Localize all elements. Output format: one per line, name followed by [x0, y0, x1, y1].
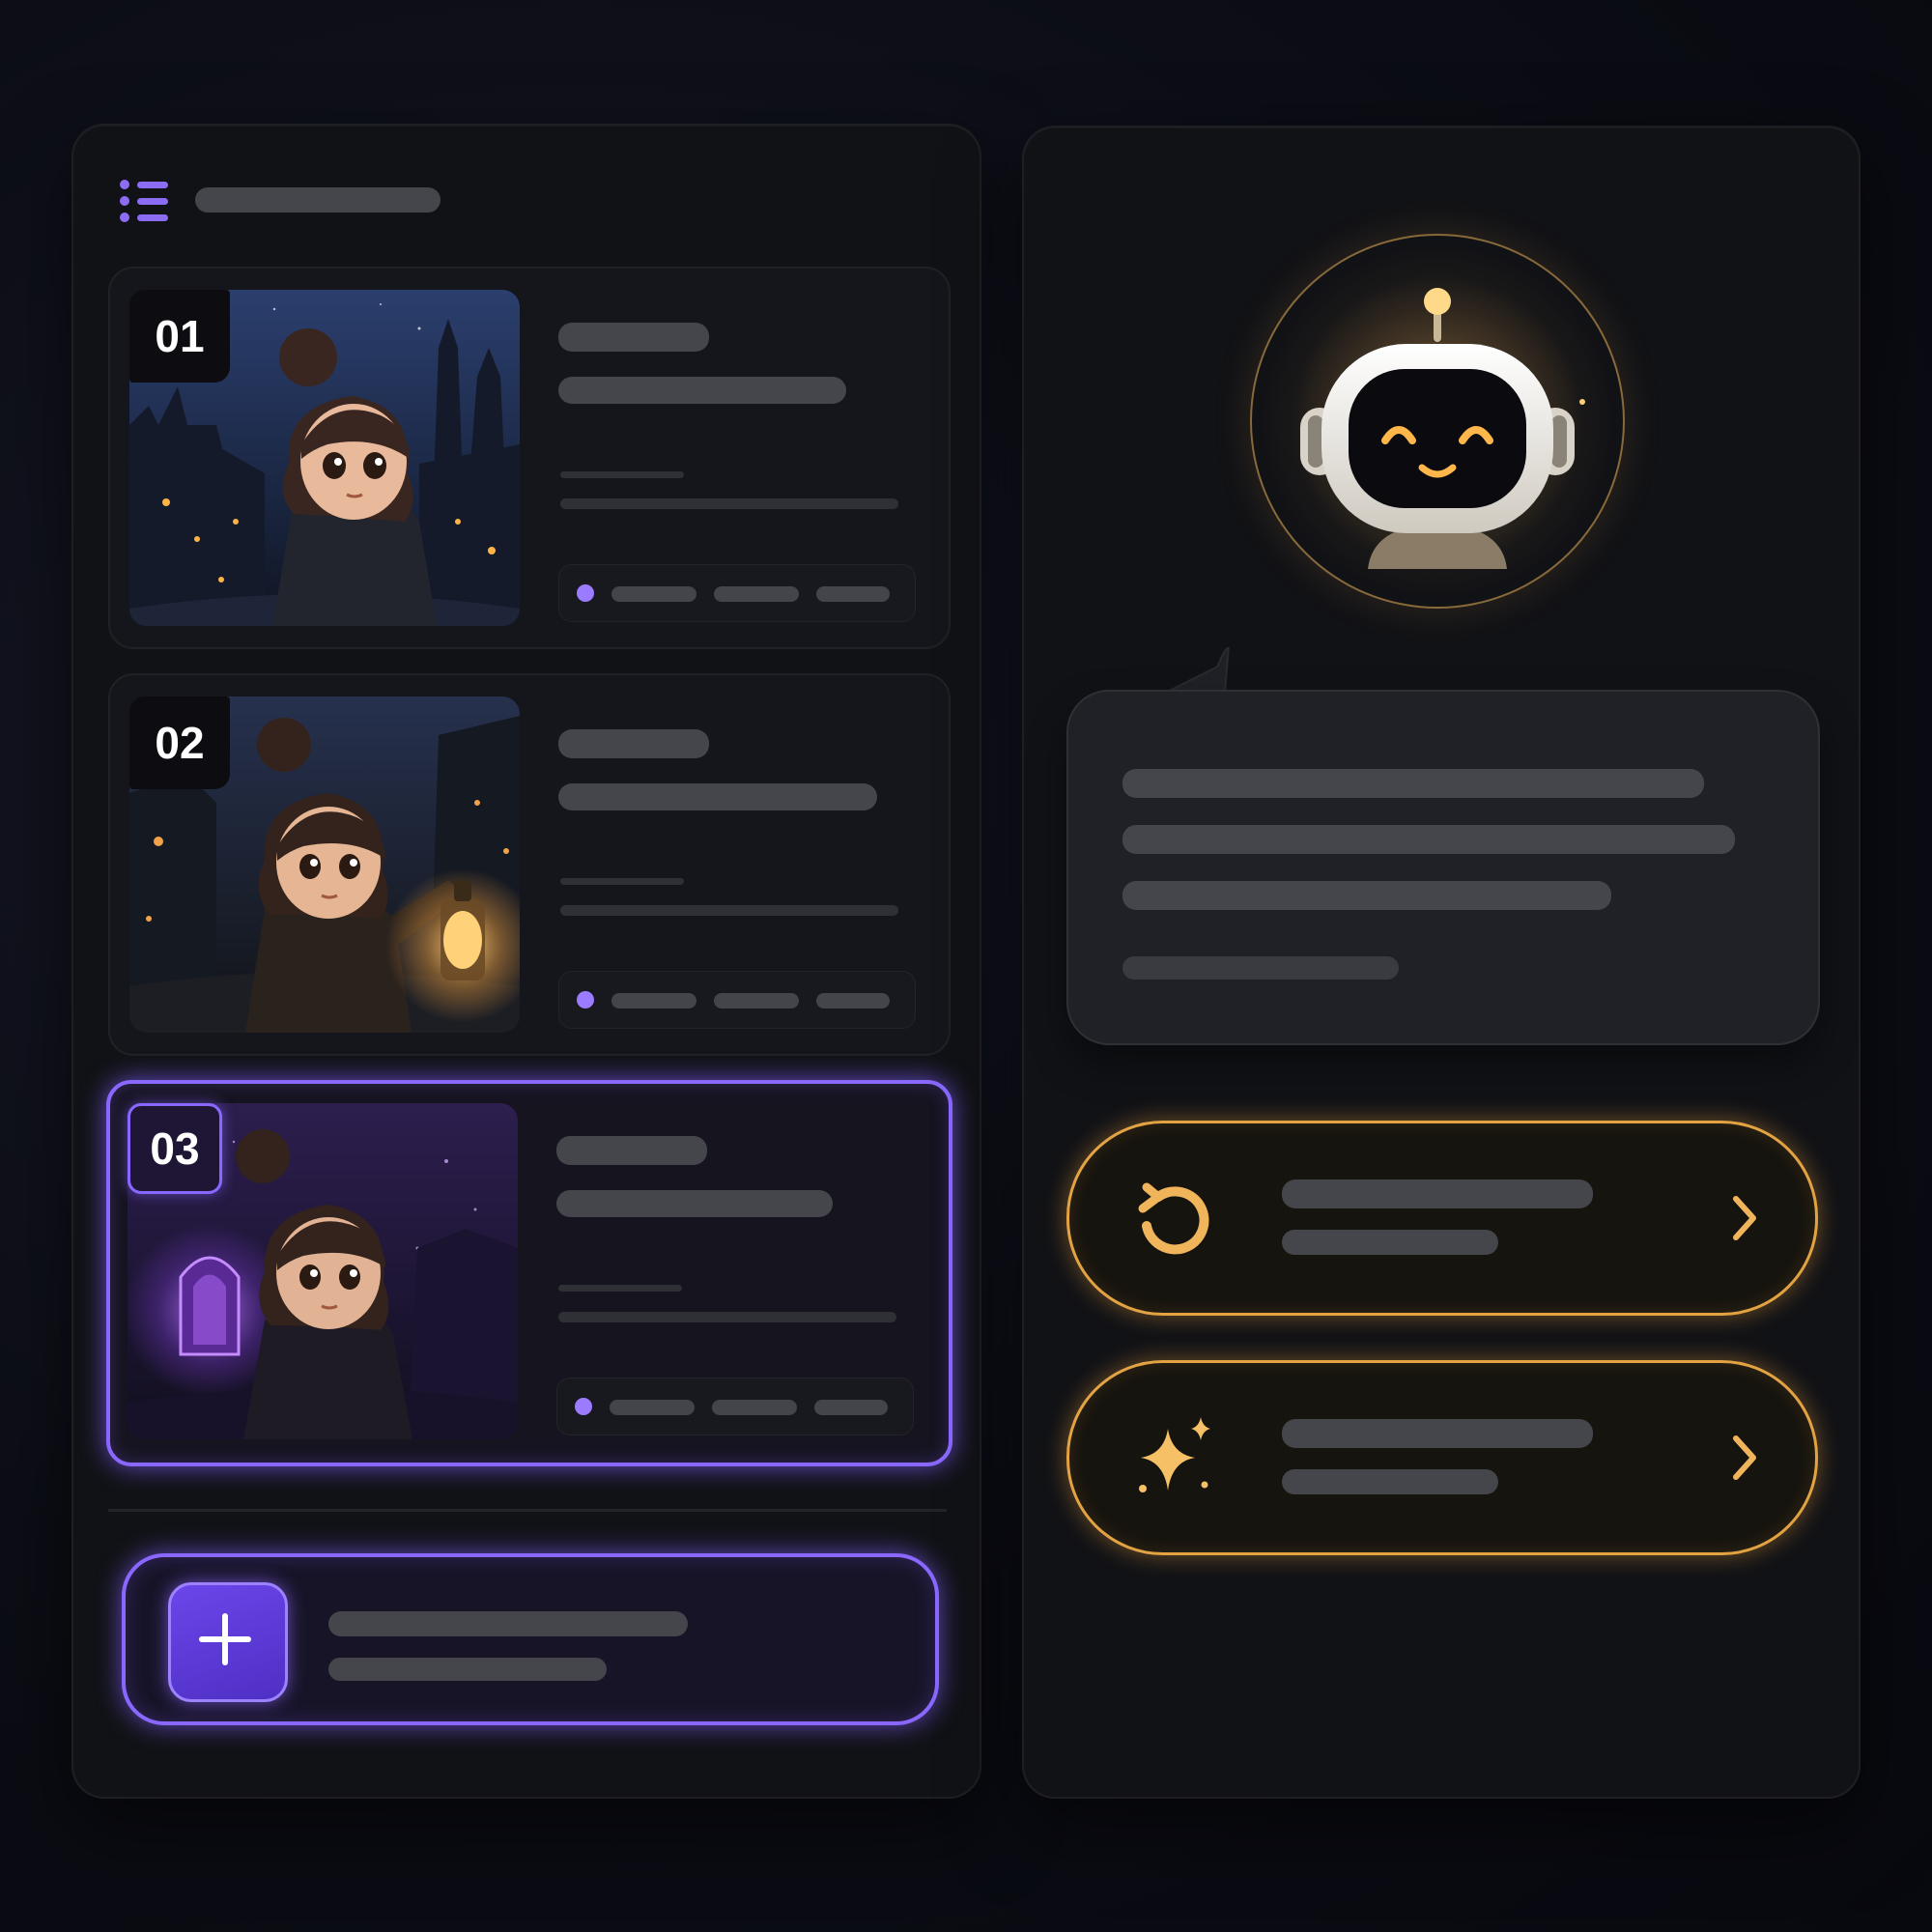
- story-tags-row: [556, 1378, 914, 1435]
- action-sublabel-placeholder: [1282, 1230, 1498, 1255]
- message-line: [1122, 956, 1399, 980]
- story-subtitle-placeholder: [556, 1190, 833, 1217]
- chevron-right-icon: [1733, 1196, 1756, 1240]
- story-list-panel: 01 02 03: [71, 124, 981, 1799]
- assistant-panel: [1022, 126, 1861, 1799]
- progress-label-placeholder: [560, 878, 684, 885]
- message-line: [1122, 881, 1611, 910]
- message-line: [1122, 769, 1704, 798]
- create-label-placeholder: [328, 1611, 688, 1636]
- action-label-placeholder: [1282, 1419, 1593, 1448]
- story-card-01[interactable]: 01: [108, 267, 951, 649]
- create-story-button[interactable]: [122, 1553, 939, 1725]
- sparkle-icon: [1139, 1417, 1210, 1492]
- story-card-03[interactable]: 03: [106, 1080, 952, 1466]
- refresh-icon: [1138, 1182, 1209, 1255]
- story-tags-row: [558, 564, 916, 622]
- plus-icon[interactable]: [168, 1582, 288, 1702]
- story-subtitle-placeholder: [558, 377, 846, 404]
- progress-label-placeholder: [558, 1285, 682, 1292]
- action-sublabel-placeholder: [1282, 1469, 1498, 1494]
- chevron-right-icon: [1733, 1435, 1756, 1480]
- robot-avatar: [1250, 234, 1625, 609]
- assistant-message-bubble: [1066, 690, 1820, 1045]
- story-title-placeholder: [558, 323, 709, 352]
- create-sublabel-placeholder: [328, 1658, 607, 1681]
- story-number-badge: 03: [128, 1103, 222, 1194]
- speech-bubble-tail: [1159, 647, 1231, 696]
- story-title-placeholder: [556, 1136, 707, 1165]
- story-subtitle-placeholder: [558, 783, 877, 810]
- progress-label-placeholder: [560, 471, 684, 478]
- list-icon[interactable]: [120, 178, 170, 222]
- regenerate-action-button[interactable]: [1066, 1121, 1818, 1316]
- message-line: [1122, 825, 1735, 854]
- panel-title-placeholder: [195, 187, 440, 213]
- progress-track-placeholder: [560, 905, 898, 916]
- status-dot: [577, 584, 594, 602]
- story-title-placeholder: [558, 729, 709, 758]
- story-number-badge: 01: [129, 290, 230, 383]
- action-label-placeholder: [1282, 1179, 1593, 1208]
- story-card-02[interactable]: 02: [108, 673, 951, 1056]
- status-dot: [575, 1398, 592, 1415]
- progress-track-placeholder: [558, 1312, 896, 1322]
- divider: [108, 1509, 947, 1512]
- enhance-action-button[interactable]: [1066, 1360, 1818, 1555]
- status-dot: [577, 991, 594, 1009]
- story-tags-row: [558, 971, 916, 1029]
- progress-track-placeholder: [560, 498, 898, 509]
- story-number-badge: 02: [129, 696, 230, 789]
